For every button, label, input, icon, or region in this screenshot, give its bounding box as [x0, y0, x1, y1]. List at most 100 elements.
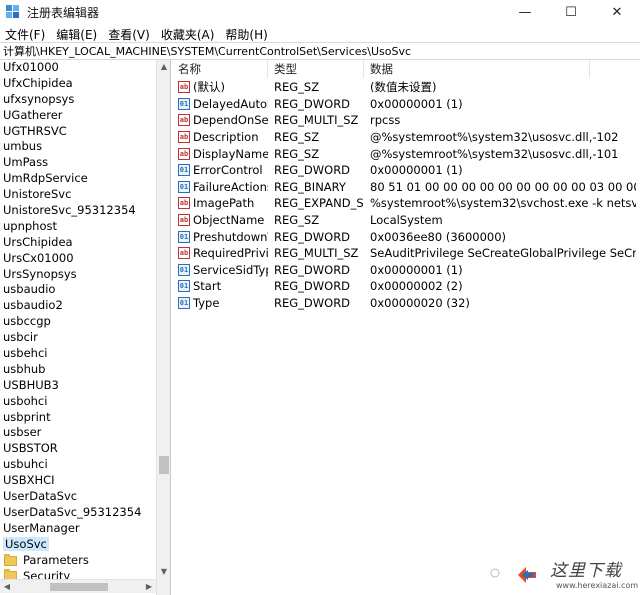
tree-item[interactable]: USBXHCI	[0, 473, 155, 489]
value-data: 0x00000002 (2)	[370, 279, 463, 294]
tree-item[interactable]: UserManager	[0, 521, 155, 537]
value-data: 0x00000020 (32)	[370, 296, 470, 311]
tree-item[interactable]: USBSTOR	[0, 441, 155, 457]
binary-value-icon: 01	[178, 97, 190, 110]
tree-vertical-scrollbar[interactable]: ▲ ▼	[156, 60, 170, 595]
value-name: RequiredPrivile...	[193, 246, 268, 261]
value-name-cell: 01 Type	[172, 296, 268, 310]
tree-item[interactable]: UserDataSvc	[0, 489, 155, 505]
value-name: ObjectName	[193, 213, 265, 228]
menu-edit[interactable]: 编辑(E)	[51, 26, 103, 43]
tree-item[interactable]: USBHUB3	[0, 378, 155, 394]
menu-favorites[interactable]: 收藏夹(A)	[156, 26, 221, 43]
value-row[interactable]: 01DelayedAutoSt... REG_DWORD 0x00000001 (1…	[172, 96, 640, 113]
minimize-button[interactable]: —	[502, 0, 548, 24]
string-value-icon: ab	[178, 197, 190, 210]
binary-value-icon: 01	[178, 263, 190, 276]
tree-item[interactable]: UGTHRSVC	[0, 124, 155, 140]
tree-item[interactable]: ufxsynopsys	[0, 92, 155, 108]
close-button[interactable]: ✕	[594, 0, 640, 24]
tree-item[interactable]: usbuhci	[0, 457, 155, 473]
tree-item[interactable]: UGatherer	[0, 108, 155, 124]
watermark-url: www.herexiazai.com	[556, 581, 639, 590]
tree-item[interactable]: UmPass	[0, 155, 155, 171]
value-data: @%systemroot%\system32\usosvc.dll,-102	[370, 130, 619, 145]
value-name: ImagePath	[193, 196, 255, 211]
value-data: 80 51 01 00 00 00 00 00 00 00 00 00 03 0…	[370, 179, 636, 194]
value-data: %systemroot%\system32\svchost.exe -k net…	[370, 196, 636, 211]
column-header-name[interactable]: 名称	[172, 60, 268, 78]
tree-item-selected[interactable]: UsoSvc	[0, 536, 155, 553]
value-row[interactable]: 01 Type REG_DWORD 0x00000020 (32)	[172, 295, 640, 312]
column-header-type[interactable]: 类型	[268, 60, 364, 78]
column-header-data[interactable]: 数据	[364, 60, 590, 78]
value-row[interactable]: 01 ErrorControl REG_DWORD 0x00000001 (1)	[172, 162, 640, 179]
value-row[interactable]: ab (默认) REG_SZ (数值未设置)	[172, 79, 640, 96]
tree-item[interactable]: usbohci	[0, 394, 155, 410]
address-path[interactable]: 计算机\HKEY_LOCAL_MACHINE\SYSTEM\CurrentCon…	[3, 43, 411, 59]
value-row[interactable]: ab ImagePath REG_EXPAND_SZ %systemroot%\sys…	[172, 195, 640, 212]
tree-item[interactable]: Ufx01000	[0, 60, 155, 76]
value-name-cell: ab ImagePath	[172, 196, 268, 210]
tree-item[interactable]: UmRdpService	[0, 171, 155, 187]
value-name: DependOnSer...	[193, 113, 268, 128]
value-row[interactable]: ab DisplayName REG_SZ @%systemroot%\system3…	[172, 145, 640, 162]
value-data: SeAuditPrivilege SeCreateGlobalPrivilege…	[370, 246, 636, 261]
value-type: REG_EXPAND_SZ	[274, 196, 364, 211]
menu-help[interactable]: 帮助(H)	[220, 26, 273, 43]
value-type: REG_SZ	[274, 130, 320, 145]
tree-item[interactable]: usbser	[0, 425, 155, 441]
scroll-down-arrow-icon[interactable]: ▼	[157, 565, 170, 579]
value-row[interactable]: 01PreshutdownTi... REG_DWORD 0x0036ee80 (3…	[172, 228, 640, 245]
tree-item[interactable]: usbehci	[0, 346, 155, 362]
menu-view[interactable]: 查看(V)	[103, 26, 156, 43]
string-value-icon: ab	[178, 131, 190, 144]
scroll-left-arrow-icon[interactable]: ◀	[0, 580, 14, 594]
value-type: REG_DWORD	[274, 96, 351, 111]
vertical-scroll-thumb[interactable]	[159, 456, 169, 474]
value-row[interactable]: 01 Start REG_DWORD 0x00000002 (2)	[172, 278, 640, 295]
scroll-right-arrow-icon[interactable]: ▶	[142, 580, 156, 594]
tree-horizontal-scrollbar[interactable]: ◀ ▶	[0, 579, 156, 593]
binary-value-icon: 01	[178, 164, 190, 177]
binary-value-icon: 01	[178, 180, 190, 193]
value-row[interactable]: ab ObjectName REG_SZ LocalSystem	[172, 212, 640, 229]
binary-value-icon: 01	[178, 297, 190, 310]
scroll-up-arrow-icon[interactable]: ▲	[157, 60, 170, 74]
tree-item[interactable]: UnistoreSvc	[0, 187, 155, 203]
tree-item[interactable]: UrsChipidea	[0, 235, 155, 251]
tree-item[interactable]: usbccgp	[0, 314, 155, 330]
tree-item[interactable]: usbcir	[0, 330, 155, 346]
tree-item[interactable]: umbus	[0, 139, 155, 155]
address-bar[interactable]: 计算机\HKEY_LOCAL_MACHINE\SYSTEM\CurrentCon…	[0, 42, 640, 60]
string-value-icon: ab	[178, 81, 190, 94]
value-row[interactable]: ab Description REG_SZ @%systemroot%\system3…	[172, 129, 640, 146]
tree-item[interactable]: UnistoreSvc_95312354	[0, 203, 155, 219]
tree-item[interactable]: usbaudio	[0, 282, 155, 298]
column-headers: 名称 类型 数据	[172, 60, 640, 78]
horizontal-scroll-thumb[interactable]	[50, 583, 108, 591]
value-row[interactable]: 01ServiceSidType REG_DWORD 0x00000001 (1)	[172, 262, 640, 279]
value-row[interactable]: abDependOnSer... REG_MULTI_SZ rpcss	[172, 112, 640, 129]
tree-item[interactable]: UrsCx01000	[0, 251, 155, 267]
value-type: REG_DWORD	[274, 163, 351, 178]
tree-item[interactable]: usbaudio2	[0, 298, 155, 314]
maximize-button[interactable]: ☐	[548, 0, 594, 24]
tree-item-child[interactable]: Parameters	[0, 553, 155, 569]
value-name-cell: 01 Start	[172, 279, 268, 293]
tree-item[interactable]: usbhub	[0, 362, 155, 378]
tree-item[interactable]: UrsSynopsys	[0, 267, 155, 283]
tree-item[interactable]: upnphost	[0, 219, 155, 235]
tree-item[interactable]: UfxChipidea	[0, 76, 155, 92]
value-row[interactable]: 01 FailureActions REG_BINARY 80 51 01 00 00…	[172, 179, 640, 196]
tree-item[interactable]: usbprint	[0, 410, 155, 426]
title-bar: 注册表编辑器 — ☐ ✕	[0, 0, 640, 24]
value-name-cell: 01 FailureActions	[172, 180, 268, 194]
tree-item[interactable]: UserDataSvc_95312354	[0, 505, 155, 521]
menu-file[interactable]: 文件(F)	[0, 26, 51, 43]
value-name: DisplayName	[193, 146, 268, 161]
value-row[interactable]: abRequiredPrivile... REG_MULTI_SZ SeAuditP…	[172, 245, 640, 262]
value-name-cell: ab ObjectName	[172, 213, 268, 227]
value-type: REG_DWORD	[274, 262, 351, 277]
value-type: REG_BINARY	[274, 179, 346, 194]
